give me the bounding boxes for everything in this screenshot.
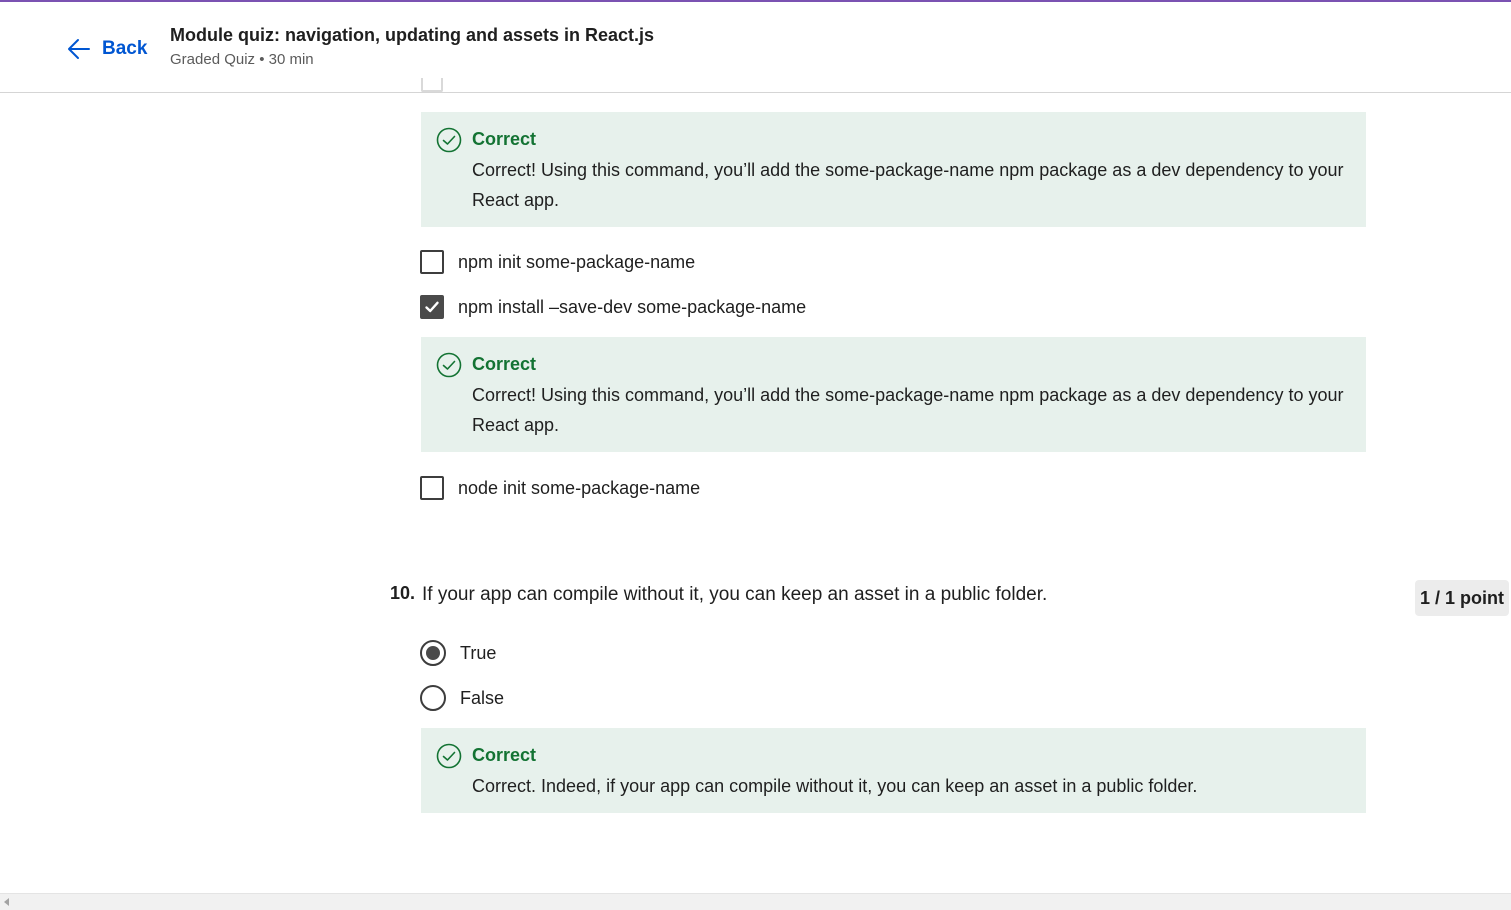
option-label: npm install –save-dev some-package-name — [458, 296, 807, 317]
back-label: Back — [102, 38, 148, 59]
check-circle-icon — [436, 352, 462, 378]
question-number: 10. — [390, 583, 416, 603]
option-npm-install-save-dev[interactable]: npm install –save-dev some-package-name — [420, 294, 806, 320]
option-label: npm init some-package-name — [458, 251, 696, 272]
option-npm-init[interactable]: npm init some-package-name — [420, 249, 695, 275]
checkbox[interactable] — [420, 476, 444, 500]
points-badge: 1 / 1 point — [1415, 580, 1509, 616]
page-title: Module quiz: navigation, updating and as… — [170, 25, 655, 45]
checkmark-icon — [425, 301, 439, 313]
question-text: If your app can compile without it, you … — [422, 584, 1048, 605]
radio[interactable] — [420, 685, 446, 711]
feedback-text: Correct. Indeed, if your app can compile… — [472, 776, 1198, 796]
partial-checkbox[interactable] — [421, 78, 443, 92]
back-button[interactable]: Back — [66, 36, 147, 62]
check-circle-icon — [436, 743, 462, 769]
feedback-status: Correct — [472, 129, 537, 149]
option-true[interactable]: True — [420, 640, 496, 666]
radio-dot — [426, 646, 440, 660]
feedback-status: Correct — [472, 745, 537, 765]
scroll-left-icon[interactable] — [4, 898, 9, 906]
checkbox-checked[interactable] — [420, 295, 444, 319]
arrow-left-icon — [68, 39, 90, 59]
radio-selected[interactable] — [420, 640, 446, 666]
option-label: True — [460, 642, 497, 663]
feedback-status: Correct — [472, 354, 537, 374]
horizontal-scrollbar[interactable] — [0, 893, 1511, 910]
page-subtitle: Graded Quiz • 30 min — [170, 51, 314, 68]
checkbox[interactable] — [420, 250, 444, 274]
option-node-init[interactable]: node init some-package-name — [420, 475, 700, 501]
option-label: False — [460, 687, 505, 708]
feedback-correct: Correct Correct. Indeed, if your app can… — [421, 728, 1366, 813]
feedback-text: Correct! Using this command, you’ll add … — [472, 160, 1344, 210]
check-circle-icon — [436, 127, 462, 153]
feedback-correct: Correct Correct! Using this command, you… — [421, 337, 1366, 452]
quiz-header: Back Module quiz: navigation, updating a… — [0, 2, 1511, 93]
option-label: node init some-package-name — [458, 477, 701, 498]
option-false[interactable]: False — [420, 685, 504, 711]
feedback-correct: Correct Correct! Using this command, you… — [421, 112, 1366, 227]
feedback-text: Correct! Using this command, you’ll add … — [472, 385, 1344, 435]
